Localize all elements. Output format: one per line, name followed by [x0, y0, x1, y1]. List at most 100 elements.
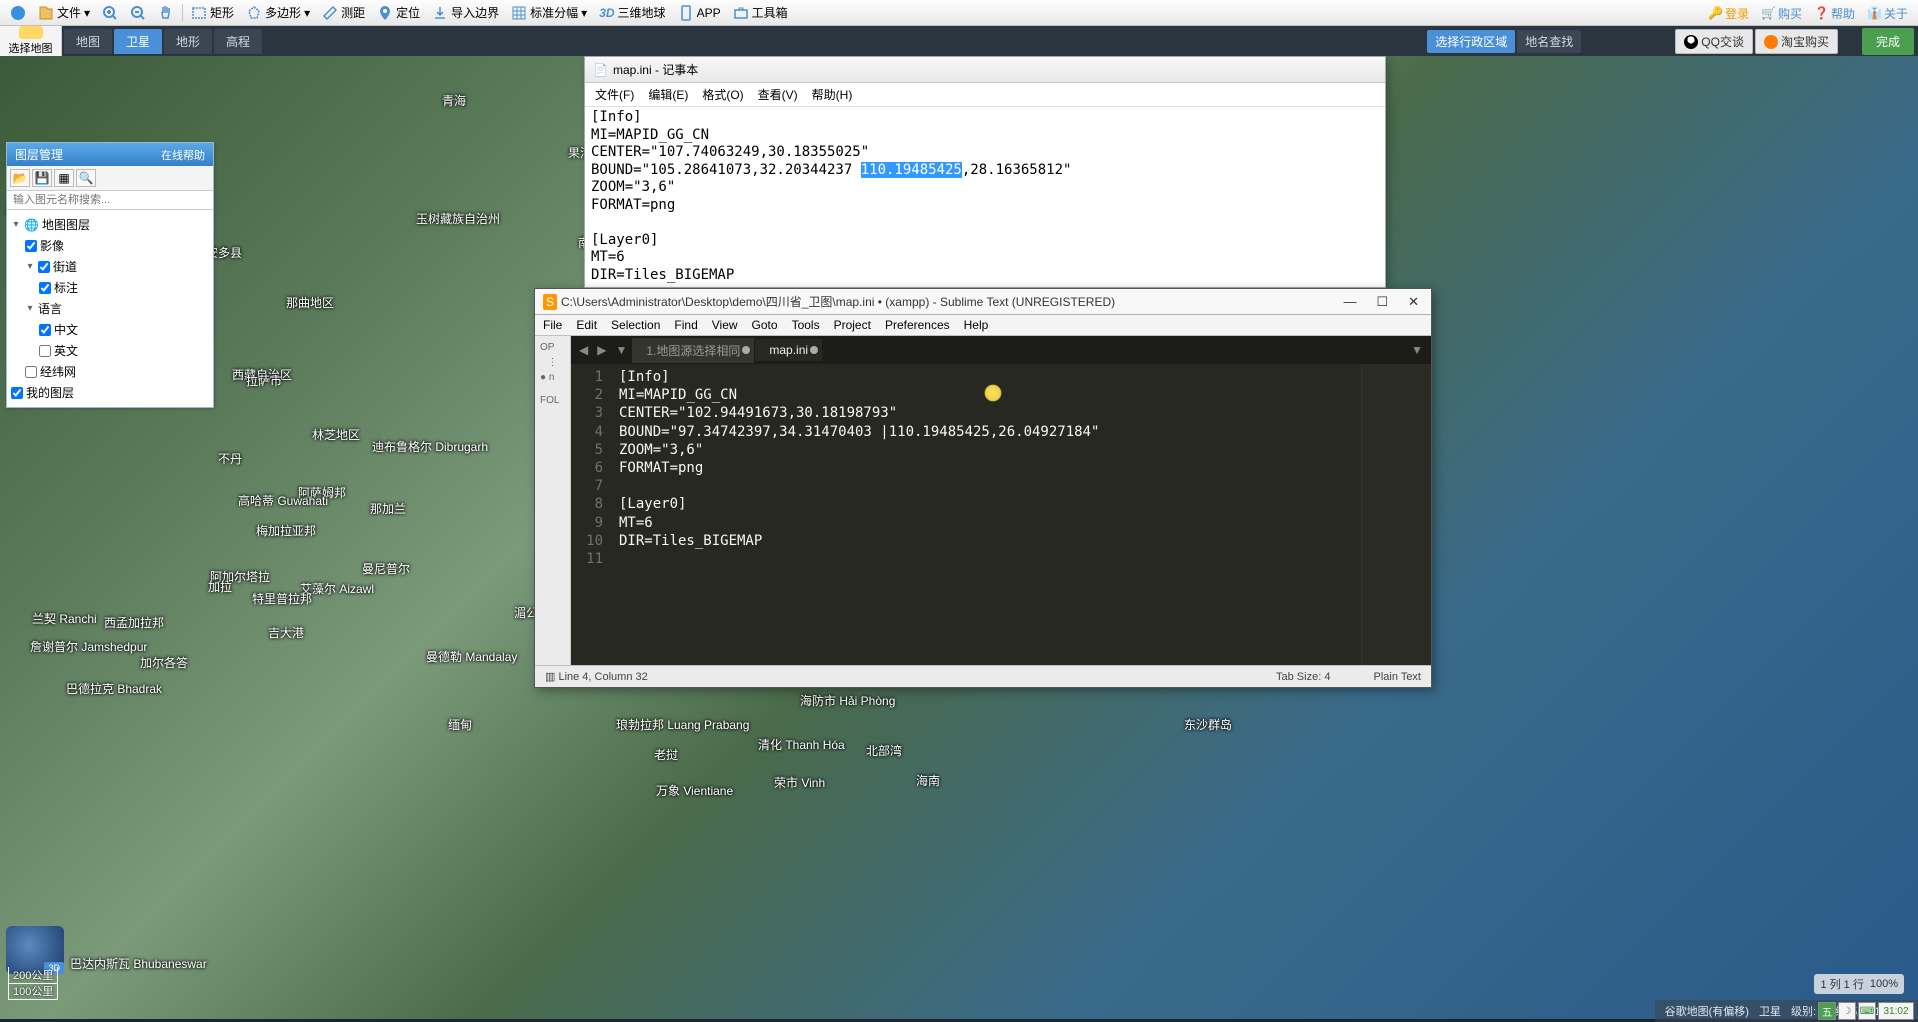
st-view-menu[interactable]: View: [712, 318, 738, 332]
notepad-content[interactable]: [Info] MI=MAPID_GG_CN CENTER="107.740632…: [585, 107, 1385, 286]
maximize-button[interactable]: ☐: [1372, 294, 1392, 310]
save-icon[interactable]: 💾: [32, 169, 52, 187]
map-label: 詹谢普尔 Jamshedpur: [30, 638, 147, 655]
grid-check[interactable]: [25, 366, 37, 378]
st-help-menu[interactable]: Help: [964, 318, 989, 332]
zh-check[interactable]: [39, 324, 51, 336]
zh-layer[interactable]: 中文: [11, 319, 209, 340]
scale-bar: 巴达内斯瓦 Bhubaneswar 200公里 100公里: [8, 967, 58, 1000]
select-all-icon[interactable]: ▦: [54, 169, 74, 187]
online-help-link[interactable]: 在线帮助: [161, 147, 205, 163]
st-goto-menu[interactable]: Goto: [752, 318, 778, 332]
ime-moon-icon[interactable]: ☽: [1838, 1002, 1856, 1020]
st-find-menu[interactable]: Find: [674, 318, 697, 332]
ime-wu-icon[interactable]: 五: [1818, 1002, 1836, 1020]
taobao-button[interactable]: 淘宝购买: [1755, 29, 1838, 54]
select-region-button[interactable]: 选择行政区域: [1427, 30, 1515, 53]
en-layer[interactable]: 英文: [11, 340, 209, 361]
locate-button[interactable]: 定位: [371, 1, 426, 25]
np-file-menu[interactable]: 文件(F): [595, 86, 634, 103]
layer-panel-header[interactable]: 图层管理 在线帮助: [7, 143, 213, 166]
sublime-lines[interactable]: [Info] MI=MAPID_GG_CN CENTER="102.944916…: [611, 364, 1361, 665]
sublime-sidebar[interactable]: OP ⋮ ● n FOL: [535, 336, 571, 665]
sublime-window: SC:\Users\Administrator\Desktop\demo\四川省…: [534, 288, 1432, 688]
ime-key-icon[interactable]: ⌨: [1858, 1002, 1876, 1020]
map-label: 海防市 Hải Phòng: [800, 692, 895, 709]
zoom-in-button[interactable]: [96, 1, 124, 25]
qq-button[interactable]: QQ交谈: [1675, 29, 1753, 54]
side-file-n[interactable]: ● n: [537, 370, 568, 385]
poly-button[interactable]: 多边形 ▾: [240, 1, 316, 25]
sublime-titlebar[interactable]: SC:\Users\Administrator\Desktop\demo\四川省…: [535, 289, 1431, 315]
name-search-button[interactable]: 地名查找: [1517, 30, 1581, 53]
mark-layer[interactable]: 标注: [11, 277, 209, 298]
st-project-menu[interactable]: Project: [834, 318, 871, 332]
grid-layer[interactable]: 经纬网: [11, 361, 209, 382]
3d-globe-button[interactable]: 3D三维地球: [593, 1, 671, 25]
language-node[interactable]: ▾语言: [11, 298, 209, 319]
en-check[interactable]: [39, 345, 51, 357]
tab-nav-down[interactable]: ▼: [611, 343, 631, 357]
side-folders[interactable]: FOL: [537, 393, 568, 408]
tab-elevation[interactable]: 高程: [214, 29, 262, 54]
login-link[interactable]: 🔑登录: [1704, 5, 1753, 22]
map-type-tabs: 地图 卫星 地形 高程: [62, 26, 262, 56]
st-tools-menu[interactable]: Tools: [792, 318, 820, 332]
image-check[interactable]: [25, 240, 37, 252]
map-selector-button[interactable]: 选择地图: [0, 26, 62, 56]
tab-mapini[interactable]: map.ini: [755, 339, 822, 361]
np-help-menu[interactable]: 帮助(H): [812, 86, 853, 103]
tab-related[interactable]: 1.地图源选择相同: [632, 338, 754, 363]
orb-icon[interactable]: [4, 1, 32, 25]
import-button[interactable]: 导入边界: [426, 1, 505, 25]
tab-nav-fwd[interactable]: ▶: [593, 343, 610, 357]
tab-nav-back[interactable]: ◀: [575, 343, 592, 357]
app-button[interactable]: APP: [672, 1, 727, 25]
np-view-menu[interactable]: 查看(V): [758, 86, 798, 103]
search-icon[interactable]: 🔍: [76, 169, 96, 187]
my-check[interactable]: [11, 387, 23, 399]
close-button[interactable]: ✕: [1404, 294, 1423, 310]
done-button[interactable]: 完成: [1862, 28, 1914, 55]
tab-menu-button[interactable]: ▼: [1407, 343, 1427, 357]
help-link[interactable]: ❓帮助: [1810, 5, 1859, 22]
buy-link[interactable]: 🛒购买: [1757, 5, 1806, 22]
status-tabsize[interactable]: Tab Size: 4: [1276, 671, 1330, 683]
about-link[interactable]: 👔关于: [1863, 5, 1912, 22]
street-node[interactable]: ▾街道: [11, 256, 209, 277]
st-file-menu[interactable]: File: [543, 318, 562, 332]
tab-satellite[interactable]: 卫星: [114, 29, 162, 54]
tab-terrain[interactable]: 地形: [164, 29, 212, 54]
tab-map[interactable]: 地图: [64, 29, 112, 54]
status-syntax[interactable]: Plain Text: [1374, 671, 1422, 683]
image-layer[interactable]: 影像: [11, 235, 209, 256]
folder-open-icon[interactable]: 📂: [10, 169, 30, 187]
grid-button[interactable]: 标准分幅 ▾: [505, 1, 593, 25]
layer-search-input[interactable]: [7, 191, 213, 210]
side-open-files[interactable]: OP: [537, 340, 568, 355]
measure-button[interactable]: 测距: [316, 1, 371, 25]
np-edit-menu[interactable]: 编辑(E): [648, 86, 688, 103]
sublime-code-area[interactable]: 1234567891011 [Info] MI=MAPID_GG_CN CENT…: [571, 364, 1431, 665]
pan-button[interactable]: [152, 1, 180, 25]
notepad-titlebar[interactable]: 📄 map.ini - 记事本: [585, 57, 1385, 83]
st-preferences-menu[interactable]: Preferences: [885, 318, 950, 332]
map-layer-node[interactable]: ▾🌐 地图图层: [11, 214, 209, 235]
ime-clock[interactable]: 31:02: [1878, 1002, 1914, 1020]
street-check[interactable]: [38, 261, 50, 273]
zoom-info-bar: 1 列 1 行 100%: [1814, 974, 1904, 994]
toolbox-button[interactable]: 工具箱: [727, 1, 794, 25]
file-menu[interactable]: 文件 ▾: [32, 1, 96, 25]
my-layer-node[interactable]: 我的图层: [11, 382, 209, 403]
st-edit-menu[interactable]: Edit: [576, 318, 597, 332]
sublime-minimap[interactable]: [1361, 364, 1431, 665]
sublime-status-bar: ▥ Line 4, Column 32 Tab Size: 4 Plain Te…: [535, 665, 1431, 687]
zoom-out-button[interactable]: [124, 1, 152, 25]
zoom-percent[interactable]: 100%: [1870, 978, 1898, 990]
rect-button[interactable]: 矩形: [185, 1, 240, 25]
qq-icon: [1684, 35, 1698, 49]
st-selection-menu[interactable]: Selection: [611, 318, 660, 332]
np-format-menu[interactable]: 格式(O): [702, 86, 743, 103]
minimize-button[interactable]: —: [1339, 294, 1360, 310]
mark-check[interactable]: [39, 282, 51, 294]
